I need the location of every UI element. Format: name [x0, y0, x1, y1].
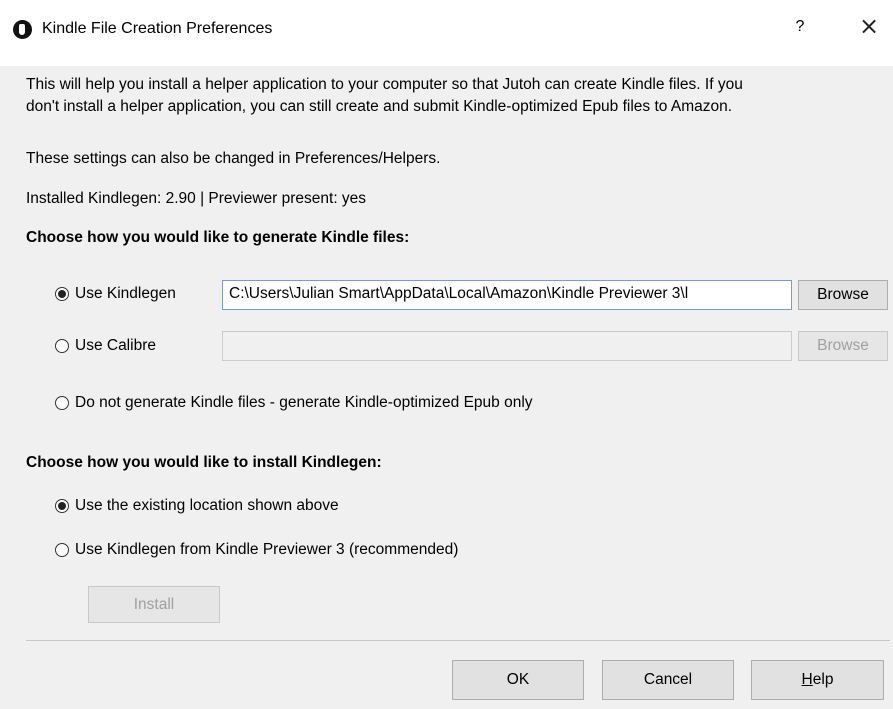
radio-button[interactable] — [55, 396, 69, 410]
intro-text-line-2: don't install a helper application, you … — [26, 98, 733, 115]
browse-calibre-button[interactable]: Browse — [798, 331, 888, 361]
radio-use-existing-location[interactable]: Use the existing location shown above — [55, 497, 339, 515]
help-label-mnemonic: H — [801, 671, 813, 688]
help-button[interactable]: Help — [751, 660, 884, 700]
radio-button[interactable] — [55, 339, 69, 353]
installed-status: Installed Kindlegen: 2.90 | Previewer pr… — [26, 190, 367, 207]
window-title: Kindle File Creation Preferences — [42, 20, 273, 37]
radio-use-previewer-kindlegen[interactable]: Use Kindlegen from Kindle Previewer 3 (r… — [55, 541, 458, 559]
cancel-button[interactable]: Cancel — [602, 660, 734, 700]
radio-button-checked[interactable] — [55, 499, 69, 513]
help-label-rest: elp — [812, 671, 834, 688]
radio-use-calibre[interactable]: Use Calibre — [55, 337, 156, 355]
radio-label: Use Kindlegen — [75, 285, 176, 302]
footer-divider — [26, 640, 890, 641]
generate-section-heading: Choose how you would like to generate Ki… — [26, 229, 410, 246]
title-bar: Kindle File Creation Preferences ? × — [0, 0, 893, 66]
close-button[interactable]: × — [855, 14, 883, 38]
intro-text-line-1: This will help you install a helper appl… — [26, 76, 743, 93]
radio-button-checked[interactable] — [55, 287, 69, 301]
install-section-heading: Choose how you would like to install Kin… — [26, 454, 382, 471]
radio-label: Use the existing location shown above — [75, 497, 339, 514]
kindlegen-path-field[interactable]: C:\Users\Julian Smart\AppData\Local\Amaz… — [222, 280, 792, 310]
context-help-button[interactable]: ? — [790, 18, 810, 36]
jutoh-app-icon — [13, 20, 32, 39]
calibre-path-field[interactable] — [222, 331, 792, 361]
radio-use-kindlegen[interactable]: Use Kindlegen — [55, 285, 176, 303]
settings-note: These settings can also be changed in Pr… — [26, 150, 441, 167]
radio-label: Use Calibre — [75, 337, 156, 354]
radio-label: Use Kindlegen from Kindle Previewer 3 (r… — [75, 541, 459, 558]
ok-button[interactable]: OK — [452, 660, 584, 700]
radio-button[interactable] — [55, 543, 69, 557]
radio-label: Do not generate Kindle files - generate … — [75, 394, 533, 411]
install-button[interactable]: Install — [88, 586, 220, 623]
radio-epub-only[interactable]: Do not generate Kindle files - generate … — [55, 394, 533, 412]
browse-kindlegen-button[interactable]: Browse — [798, 280, 888, 310]
